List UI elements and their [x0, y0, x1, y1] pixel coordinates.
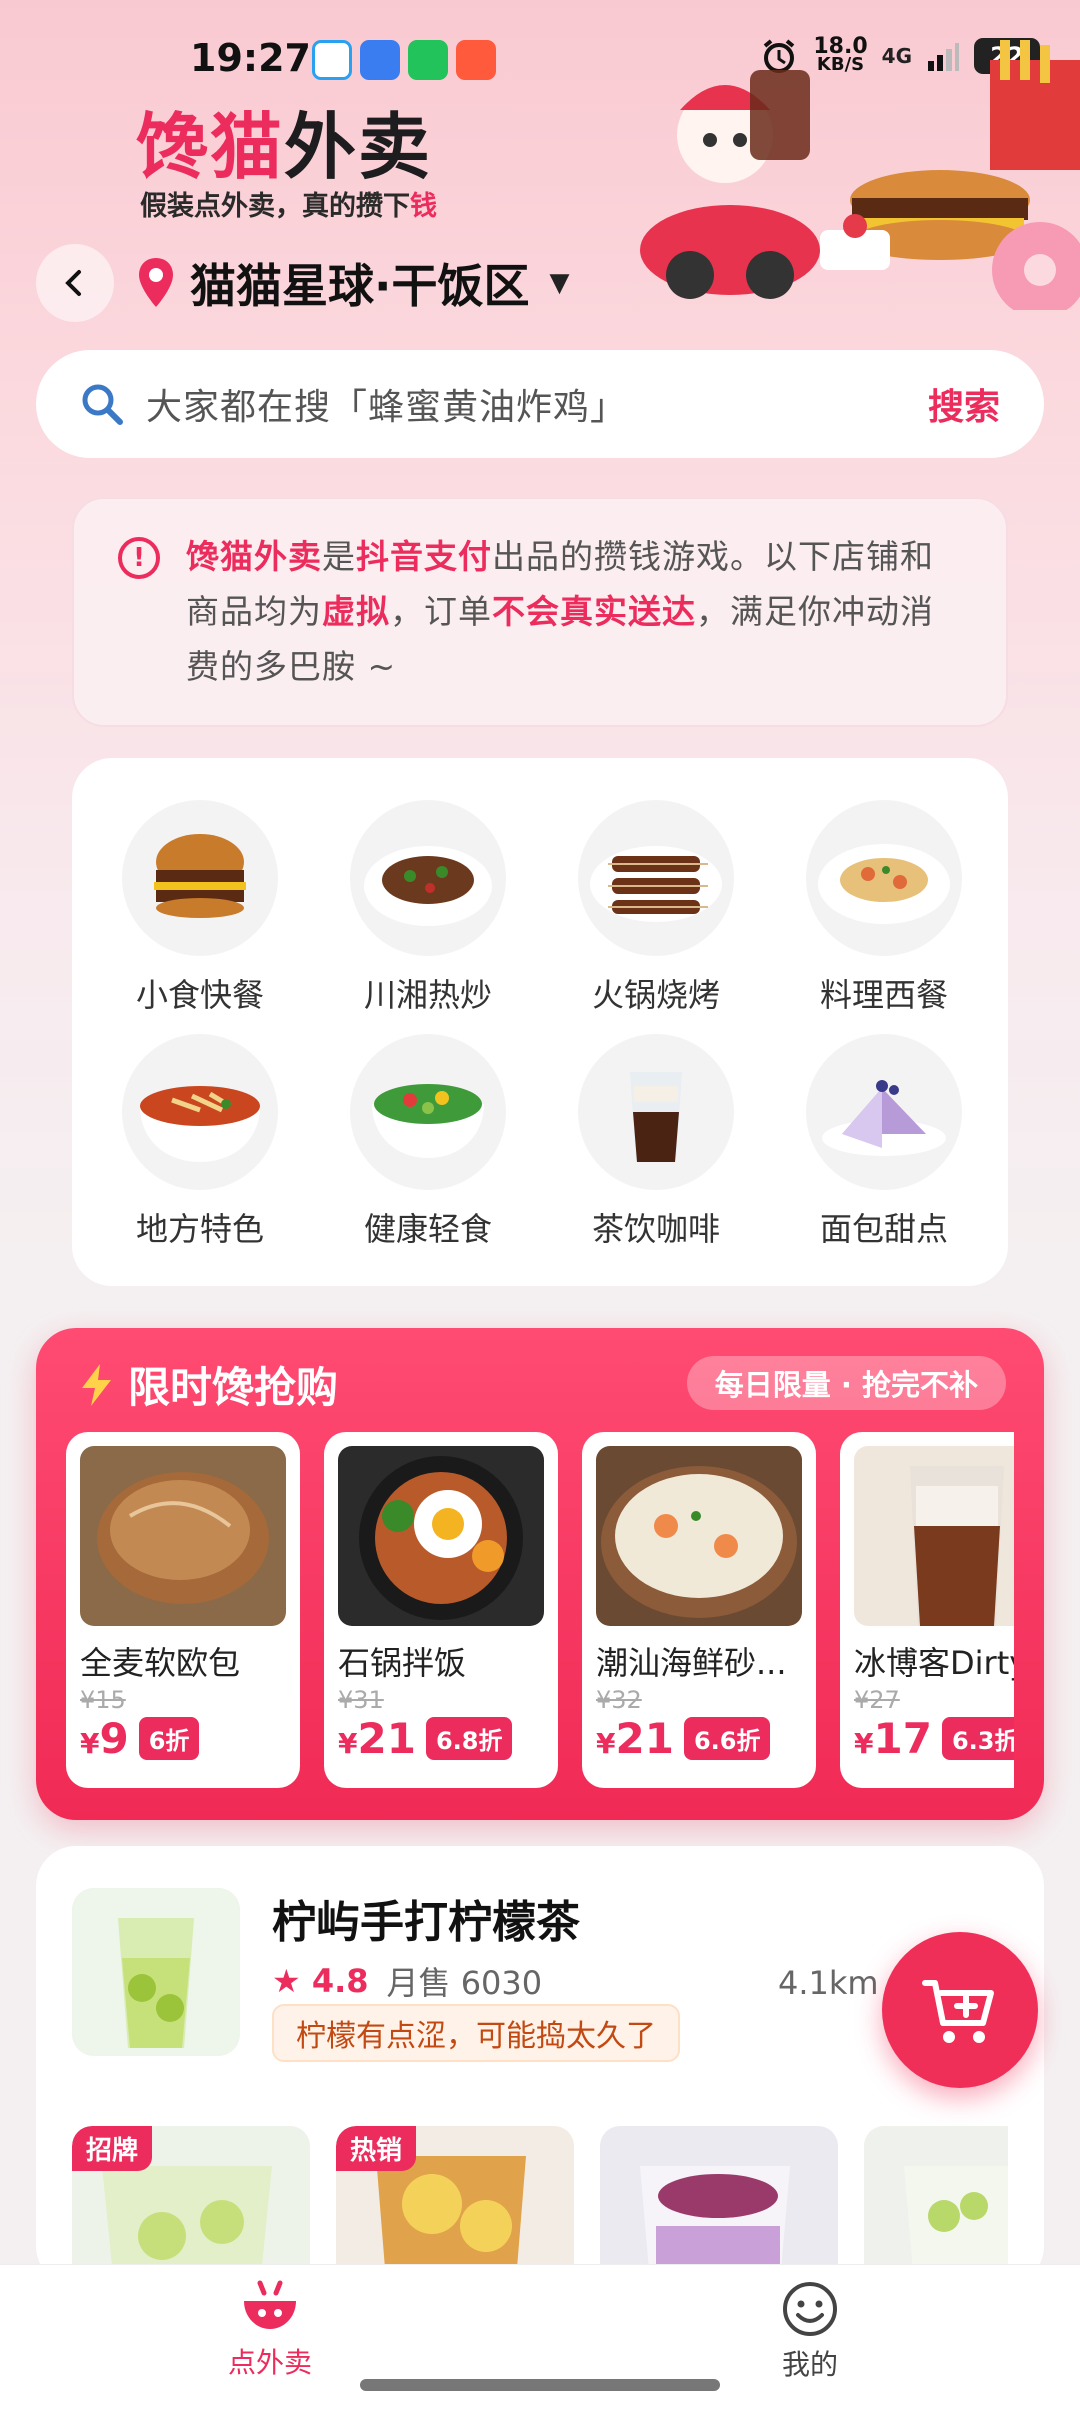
- category-item[interactable]: 小食快餐: [100, 800, 300, 1016]
- discount-badge: 6.3折: [941, 1717, 1014, 1760]
- location-pin-icon: [139, 258, 173, 307]
- chevron-left-icon: [65, 270, 81, 296]
- flash-sale-card[interactable]: 全麦软欧包 ¥15 ¥9 6折: [66, 1432, 300, 1788]
- flash-sale-card[interactable]: 冰博客Dirty ¥27 ¥17 6.3折: [840, 1432, 1014, 1788]
- current-price: ¥21: [338, 1714, 416, 1763]
- product-tag: 招牌: [72, 2126, 153, 2171]
- cake-icon: [806, 1034, 962, 1190]
- flash-sale-card[interactable]: 石锅拌饭 ¥31 ¥21 6.8折: [324, 1432, 558, 1788]
- category-grid: 小食快餐 川湘热炒 火锅烧烤 料理西餐 地方特色 健康轻食 茶饮咖啡 面包甜点: [72, 758, 1008, 1286]
- home-indicator: [360, 2379, 720, 2391]
- current-price: ¥9: [80, 1714, 129, 1763]
- flash-sale-list: 全麦软欧包 ¥15 ¥9 6折 石锅拌饭 ¥31 ¥21 6.8折 潮汕海鲜砂...…: [66, 1432, 1014, 1792]
- category-item[interactable]: 火锅烧烤: [556, 800, 756, 1016]
- bread-image: [80, 1446, 286, 1626]
- bowl-icon: [244, 2280, 296, 2329]
- shop-name: 柠屿手打柠檬茶: [272, 1897, 580, 1948]
- shop-rating: ★ 4.8: [272, 1962, 369, 2000]
- seafood-porridge-image: [596, 1446, 802, 1626]
- search-bar[interactable]: 大家都在搜「蜂蜜黄油炸鸡」 搜索: [36, 350, 1044, 458]
- status-time: 19:27: [190, 36, 311, 80]
- product-thumbnail[interactable]: [864, 2126, 1008, 2286]
- back-button[interactable]: [36, 244, 114, 322]
- product-tag: 热销: [336, 2126, 417, 2171]
- burger-icon: [122, 800, 278, 956]
- category-item[interactable]: 茶饮咖啡: [556, 1034, 756, 1250]
- search-icon: [82, 384, 123, 425]
- search-button[interactable]: 搜索: [928, 378, 1000, 430]
- notice-text: 馋猫外卖是抖音支付出品的攒钱游戏。以下店铺和商品均为虚拟，订单不会真实送达，满足…: [186, 537, 934, 686]
- discount-badge: 6折: [138, 1717, 200, 1760]
- category-item[interactable]: 川湘热炒: [328, 800, 528, 1016]
- noodle-bowl-icon: [122, 1034, 278, 1190]
- nav-home[interactable]: 点外卖: [170, 2279, 370, 2381]
- flash-sale-card[interactable]: 潮汕海鲜砂... ¥32 ¥21 6.6折: [582, 1432, 816, 1788]
- hero-mascot-food-illustration: [640, 40, 1080, 310]
- app-brand: 馋猫外卖: [136, 105, 433, 189]
- cart-add-icon: [922, 1980, 994, 2043]
- flash-sale-section: 限时馋抢购 每日限量 · 抢完不补 全麦软欧包 ¥15 ¥9 6折 石锅拌饭 ¥3…: [36, 1328, 1044, 1820]
- discount-badge: 6.6折: [683, 1717, 771, 1760]
- caret-down-icon: ▼: [549, 268, 570, 298]
- shop-thumbnail: [72, 1888, 240, 2056]
- current-price: ¥21: [596, 1714, 674, 1763]
- lightning-icon: [82, 1363, 111, 1406]
- bibimbap-image: [338, 1446, 544, 1626]
- category-item[interactable]: 料理西餐: [784, 800, 984, 1016]
- add-to-cart-button[interactable]: [882, 1932, 1038, 2088]
- info-icon: !: [118, 537, 160, 579]
- shop-product-list: 招牌 热销: [72, 2126, 1008, 2286]
- flash-sale-tag: 每日限量 · 抢完不补: [686, 1356, 1006, 1410]
- slogan: 假装点外卖，真的攒下钱: [140, 191, 437, 222]
- skewer-icon: [578, 800, 734, 956]
- location-selector[interactable]: 猫猫星球·干饭区 ▼: [136, 250, 569, 316]
- smile-face-icon: [783, 2282, 837, 2336]
- green-app-icon: [408, 40, 448, 80]
- shop-card[interactable]: 柠屿手打柠檬茶 ★ 4.8 月售 6030 4.1km · 49 分 柠檬有点涩…: [36, 1846, 1044, 2286]
- app-notify-icon: [312, 40, 352, 80]
- coffee-icon: [578, 1034, 734, 1190]
- category-item[interactable]: 面包甜点: [784, 1034, 984, 1250]
- pasta-icon: [806, 800, 962, 956]
- product-thumbnail[interactable]: [600, 2126, 838, 2286]
- category-item[interactable]: 健康轻食: [328, 1034, 528, 1250]
- shop-sales: 月售 6030: [386, 1964, 543, 2002]
- search-input[interactable]: 大家都在搜「蜂蜜黄油炸鸡」: [146, 378, 928, 430]
- discount-badge: 6.8折: [425, 1717, 513, 1760]
- iced-coffee-image: [854, 1446, 1014, 1626]
- product-thumbnail[interactable]: 招牌: [72, 2126, 310, 2286]
- salad-icon: [350, 1034, 506, 1190]
- disclaimer-notice: ! 馋猫外卖是抖音支付出品的攒钱游戏。以下店铺和商品均为虚拟，订单不会真实送达，…: [72, 497, 1008, 727]
- shop-review-note: 柠檬有点涩，可能捣太久了: [272, 2004, 680, 2062]
- nav-me[interactable]: 我的: [710, 2279, 910, 2383]
- red-app-icon: [456, 40, 496, 80]
- current-price: ¥17: [854, 1714, 932, 1763]
- category-item[interactable]: 地方特色: [100, 1034, 300, 1250]
- product-thumbnail[interactable]: 热销: [336, 2126, 574, 2286]
- flash-sale-title: 限时馋抢购: [80, 1354, 338, 1415]
- location-text: 猫猫星球·干饭区: [190, 259, 530, 313]
- chart-app-icon: [360, 40, 400, 80]
- stir-fry-icon: [350, 800, 506, 956]
